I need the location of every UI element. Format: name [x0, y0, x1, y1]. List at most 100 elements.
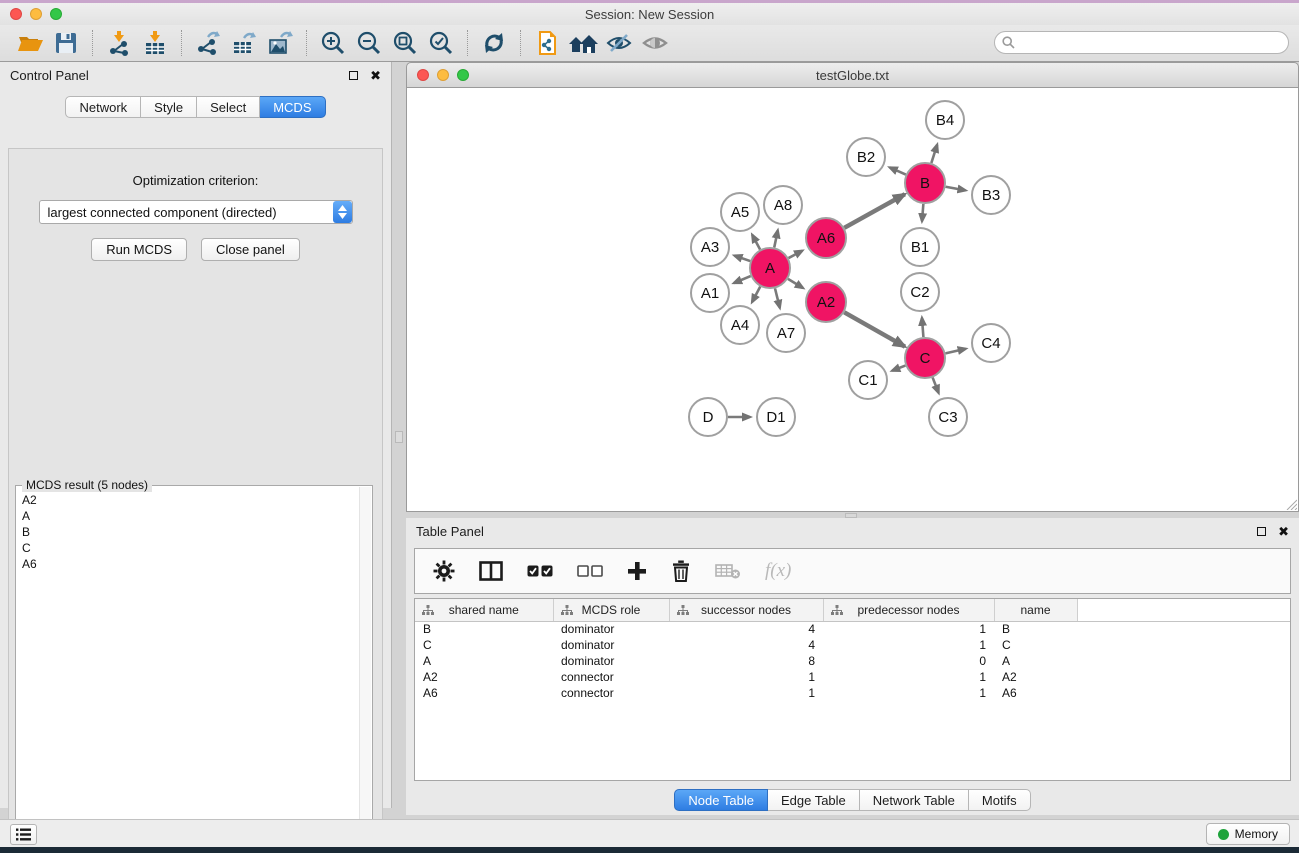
table-cell[interactable]: connector	[553, 685, 669, 701]
table-row[interactable]: A2connector11A2	[415, 669, 1290, 685]
graph-edge-C-C3[interactable]	[933, 378, 939, 393]
graph-edge-C-C2[interactable]	[922, 318, 923, 337]
graph-edge-C-C4[interactable]	[945, 349, 965, 354]
apply-layout-button[interactable]	[476, 28, 512, 58]
table-row[interactable]: Adominator80A	[415, 653, 1290, 669]
table-cell[interactable]: B	[994, 621, 1077, 637]
graph-edge-B-B3[interactable]	[946, 187, 966, 191]
table-cell[interactable]: C	[415, 637, 553, 653]
graph-edge-B-B2[interactable]	[890, 167, 906, 174]
result-item[interactable]: B	[22, 524, 358, 540]
column-header[interactable]: MCDS role	[553, 599, 669, 621]
table-row[interactable]: Cdominator41C	[415, 637, 1290, 653]
tab-node-table[interactable]: Node Table	[674, 789, 768, 811]
network-window-titlebar[interactable]: testGlobe.txt	[406, 62, 1299, 88]
graph-edge-A-A8[interactable]	[774, 230, 778, 247]
select-all-columns-button[interactable]	[527, 565, 553, 577]
zoom-selected-button[interactable]	[423, 28, 459, 58]
table-cell[interactable]: A	[994, 653, 1077, 669]
graph-edge-A-A2[interactable]	[788, 279, 803, 288]
new-session-button[interactable]	[529, 28, 565, 58]
table-row[interactable]: Bdominator41B	[415, 621, 1290, 637]
table-cell[interactable]: 8	[669, 653, 823, 669]
table-cell[interactable]: dominator	[553, 637, 669, 653]
show-hide-details-button[interactable]	[637, 28, 673, 58]
export-network-button[interactable]	[190, 28, 226, 58]
tab-mcds[interactable]: MCDS	[260, 96, 325, 118]
graph-edge-A2-C[interactable]	[844, 312, 905, 346]
table-cell[interactable]: dominator	[553, 621, 669, 637]
table-cell[interactable]: B	[415, 621, 553, 637]
table-cell[interactable]: A6	[994, 685, 1077, 701]
function-builder-button[interactable]: f(x)	[765, 560, 791, 582]
table-cell[interactable]: connector	[553, 669, 669, 685]
table-cell[interactable]: C	[994, 637, 1077, 653]
result-item[interactable]: A	[22, 508, 358, 524]
table-row[interactable]: A6connector11A6	[415, 685, 1290, 701]
table-cell[interactable]: 0	[823, 653, 994, 669]
graph-edge-A-A3[interactable]	[735, 256, 751, 261]
show-hide-graphics-button[interactable]	[601, 28, 637, 58]
tab-select[interactable]: Select	[197, 96, 260, 118]
table-cell[interactable]: 1	[823, 621, 994, 637]
zoom-in-button[interactable]	[315, 28, 351, 58]
table-close-panel-icon[interactable]: ✖	[1278, 527, 1289, 536]
table-cell[interactable]: 1	[669, 669, 823, 685]
network-canvas[interactable]: AA1A2A3A4A5A6A7A8BB1B2B3B4CC1C2C3C4DD1	[406, 88, 1299, 512]
import-network-button[interactable]	[101, 28, 137, 58]
table-cell[interactable]: dominator	[553, 653, 669, 669]
vertical-splitter-handle[interactable]	[395, 431, 403, 443]
import-table-button[interactable]	[137, 28, 173, 58]
home-pages-button[interactable]	[565, 28, 601, 58]
table-cell[interactable]: 1	[823, 637, 994, 653]
deselect-all-columns-button[interactable]	[577, 565, 603, 577]
table-float-panel-icon[interactable]	[1257, 527, 1266, 536]
graph-edge-A-A4[interactable]	[752, 287, 760, 302]
tab-style[interactable]: Style	[141, 96, 197, 118]
result-scrollbar[interactable]	[359, 487, 371, 820]
graph-edge-B-B4[interactable]	[931, 145, 937, 163]
task-history-button[interactable]	[10, 824, 37, 845]
float-panel-icon[interactable]	[349, 71, 358, 80]
column-header[interactable]: shared name	[415, 599, 553, 621]
table-cell[interactable]: 4	[669, 621, 823, 637]
optimization-criterion-dropdown[interactable]: largest connected component (directed)	[39, 200, 353, 224]
open-session-button[interactable]	[12, 28, 48, 58]
zoom-out-button[interactable]	[351, 28, 387, 58]
graph-edge-A-A7[interactable]	[775, 288, 780, 307]
search-input[interactable]	[994, 31, 1289, 54]
table-settings-button[interactable]	[433, 560, 455, 582]
column-header[interactable]: successor nodes	[669, 599, 823, 621]
table-cell[interactable]: 4	[669, 637, 823, 653]
table-cell[interactable]: A6	[415, 685, 553, 701]
graph-edge-A-A1[interactable]	[734, 276, 751, 283]
column-header[interactable]: name	[994, 599, 1077, 621]
run-mcds-button[interactable]: Run MCDS	[91, 238, 187, 261]
graph-edge-A-A6[interactable]	[789, 251, 803, 258]
tab-network-table[interactable]: Network Table	[860, 789, 969, 811]
memory-button[interactable]: Memory	[1206, 823, 1290, 845]
graph-edge-C-C1[interactable]	[892, 366, 905, 371]
close-panel-icon[interactable]: ✖	[370, 71, 381, 80]
table-cell[interactable]: 1	[669, 685, 823, 701]
result-item[interactable]: C	[22, 540, 358, 556]
delete-table-button[interactable]	[715, 562, 741, 580]
tab-edge-table[interactable]: Edge Table	[768, 789, 860, 811]
save-session-button[interactable]	[48, 28, 84, 58]
result-item[interactable]: A2	[22, 492, 358, 508]
table-cell[interactable]: A	[415, 653, 553, 669]
graph-edge-B-B1[interactable]	[922, 204, 923, 221]
result-item[interactable]: A6	[22, 556, 358, 572]
table-cell[interactable]: A2	[415, 669, 553, 685]
table-cell[interactable]: 1	[823, 685, 994, 701]
create-column-button[interactable]	[627, 561, 647, 581]
graph-edge-A6-B[interactable]	[844, 194, 905, 228]
tab-network[interactable]: Network	[65, 96, 141, 118]
column-header[interactable]: predecessor nodes	[823, 599, 994, 621]
graph-edge-A-A5[interactable]	[752, 235, 760, 250]
export-image-button[interactable]	[262, 28, 298, 58]
close-panel-button[interactable]: Close panel	[201, 238, 300, 261]
table-cell[interactable]: A2	[994, 669, 1077, 685]
export-table-button[interactable]	[226, 28, 262, 58]
table-cell[interactable]: 1	[823, 669, 994, 685]
